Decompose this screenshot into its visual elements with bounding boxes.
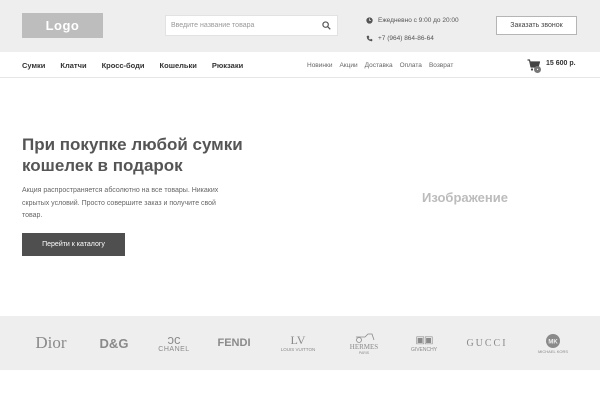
search-box[interactable] xyxy=(165,15,338,36)
info-links: Новинки Акции Доставка Оплата Возврат xyxy=(307,52,460,78)
brand-fendi-logo: FENDI xyxy=(217,337,251,349)
search-input[interactable] xyxy=(166,16,316,35)
top-header: Logo Ежедневно с 9:00 до 20:00 +7 (964) … xyxy=(0,0,600,52)
chanel-cc-icon: ↄc xyxy=(167,332,181,347)
category-menu: Сумки Клатчи Кросс-боди Кошельки Рюкзаки xyxy=(22,52,258,78)
catalog-button[interactable]: Перейти к каталогу xyxy=(22,233,125,256)
phone-row: +7 (964) 864-86-64 xyxy=(366,32,486,44)
brand-gucci[interactable]: GUCCI xyxy=(462,316,512,370)
brand-gucci-logo: GUCCI xyxy=(466,337,508,349)
link-delivery[interactable]: Доставка xyxy=(365,62,393,69)
phone-icon xyxy=(366,35,373,41)
mk-circle-icon: MK xyxy=(546,333,560,348)
nav-item-bags[interactable]: Сумки xyxy=(22,61,45,70)
brand-givenchy-logo: GIVENCHY xyxy=(410,346,438,353)
brand-dior-logo: Dior xyxy=(35,333,67,352)
phone-text[interactable]: +7 (964) 864-86-64 xyxy=(378,35,434,42)
link-payment[interactable]: Оплата xyxy=(400,62,422,69)
brand-hermes-logo: HERMES xyxy=(349,342,379,351)
brand-lv-logo: LOUIS VUITTON xyxy=(280,347,316,352)
brand-hermes-sub: PARIS xyxy=(358,350,370,355)
main-nav: Сумки Клатчи Кросс-боди Кошельки Рюкзаки… xyxy=(0,52,600,78)
nav-item-backpacks[interactable]: Рюкзаки xyxy=(212,61,243,70)
nav-item-clutches[interactable]: Клатчи xyxy=(60,61,86,70)
brand-mk-logo: MICHAEL KORS xyxy=(537,348,569,354)
brand-hermes[interactable]: HERMES PARIS xyxy=(340,316,388,370)
link-sales[interactable]: Акции xyxy=(339,62,357,69)
brand-dior[interactable]: Dior xyxy=(28,316,74,370)
nav-item-wallets[interactable]: Кошельки xyxy=(160,61,197,70)
brand-michael-kors[interactable]: MK MICHAEL KORS xyxy=(530,316,576,370)
brand-chanel-logo: CHANEL xyxy=(158,346,190,353)
brand-strip: Dior D&G ↄc CHANEL FENDI LV LOUIS VUITTO… xyxy=(0,316,600,370)
brand-louis-vuitton[interactable]: LV LOUIS VUITTON xyxy=(270,316,326,370)
contact-info: Ежедневно с 9:00 до 20:00 +7 (964) 864-8… xyxy=(366,14,486,50)
callback-button[interactable]: Заказать звонок xyxy=(496,16,577,35)
brand-dg[interactable]: D&G xyxy=(94,316,134,370)
hours-row: Ежедневно с 9:00 до 20:00 xyxy=(366,14,486,26)
hermes-carriage-icon xyxy=(356,333,375,343)
svg-text:MK: MK xyxy=(548,339,558,345)
brand-givenchy[interactable]: ▣▣ GIVENCHY xyxy=(402,316,446,370)
brand-dg-logo: D&G xyxy=(99,335,129,351)
givenchy-4g-icon: ▣▣ xyxy=(415,334,434,346)
brand-fendi[interactable]: FENDI xyxy=(213,316,255,370)
hours-text: Ежедневно с 9:00 до 20:00 xyxy=(378,16,459,24)
hero-title: При покупке любой сумки кошелек в подаро… xyxy=(22,135,243,175)
logo[interactable]: Logo xyxy=(22,13,103,38)
nav-item-crossbody[interactable]: Кросс-боди xyxy=(102,61,145,70)
hero-text: Акция распространяется абсолютно на все … xyxy=(22,187,219,219)
link-return[interactable]: Возврат xyxy=(429,62,453,69)
clock-icon xyxy=(366,16,373,24)
lv-monogram-icon: LV xyxy=(290,333,306,347)
search-icon[interactable] xyxy=(322,21,331,30)
link-new[interactable]: Новинки xyxy=(307,62,332,69)
hero-image-placeholder: Изображение xyxy=(422,189,508,205)
cart-total[interactable]: 15 600 р. xyxy=(546,60,576,67)
brand-chanel[interactable]: ↄc CHANEL xyxy=(152,316,196,370)
cart-badge: • xyxy=(534,66,541,73)
